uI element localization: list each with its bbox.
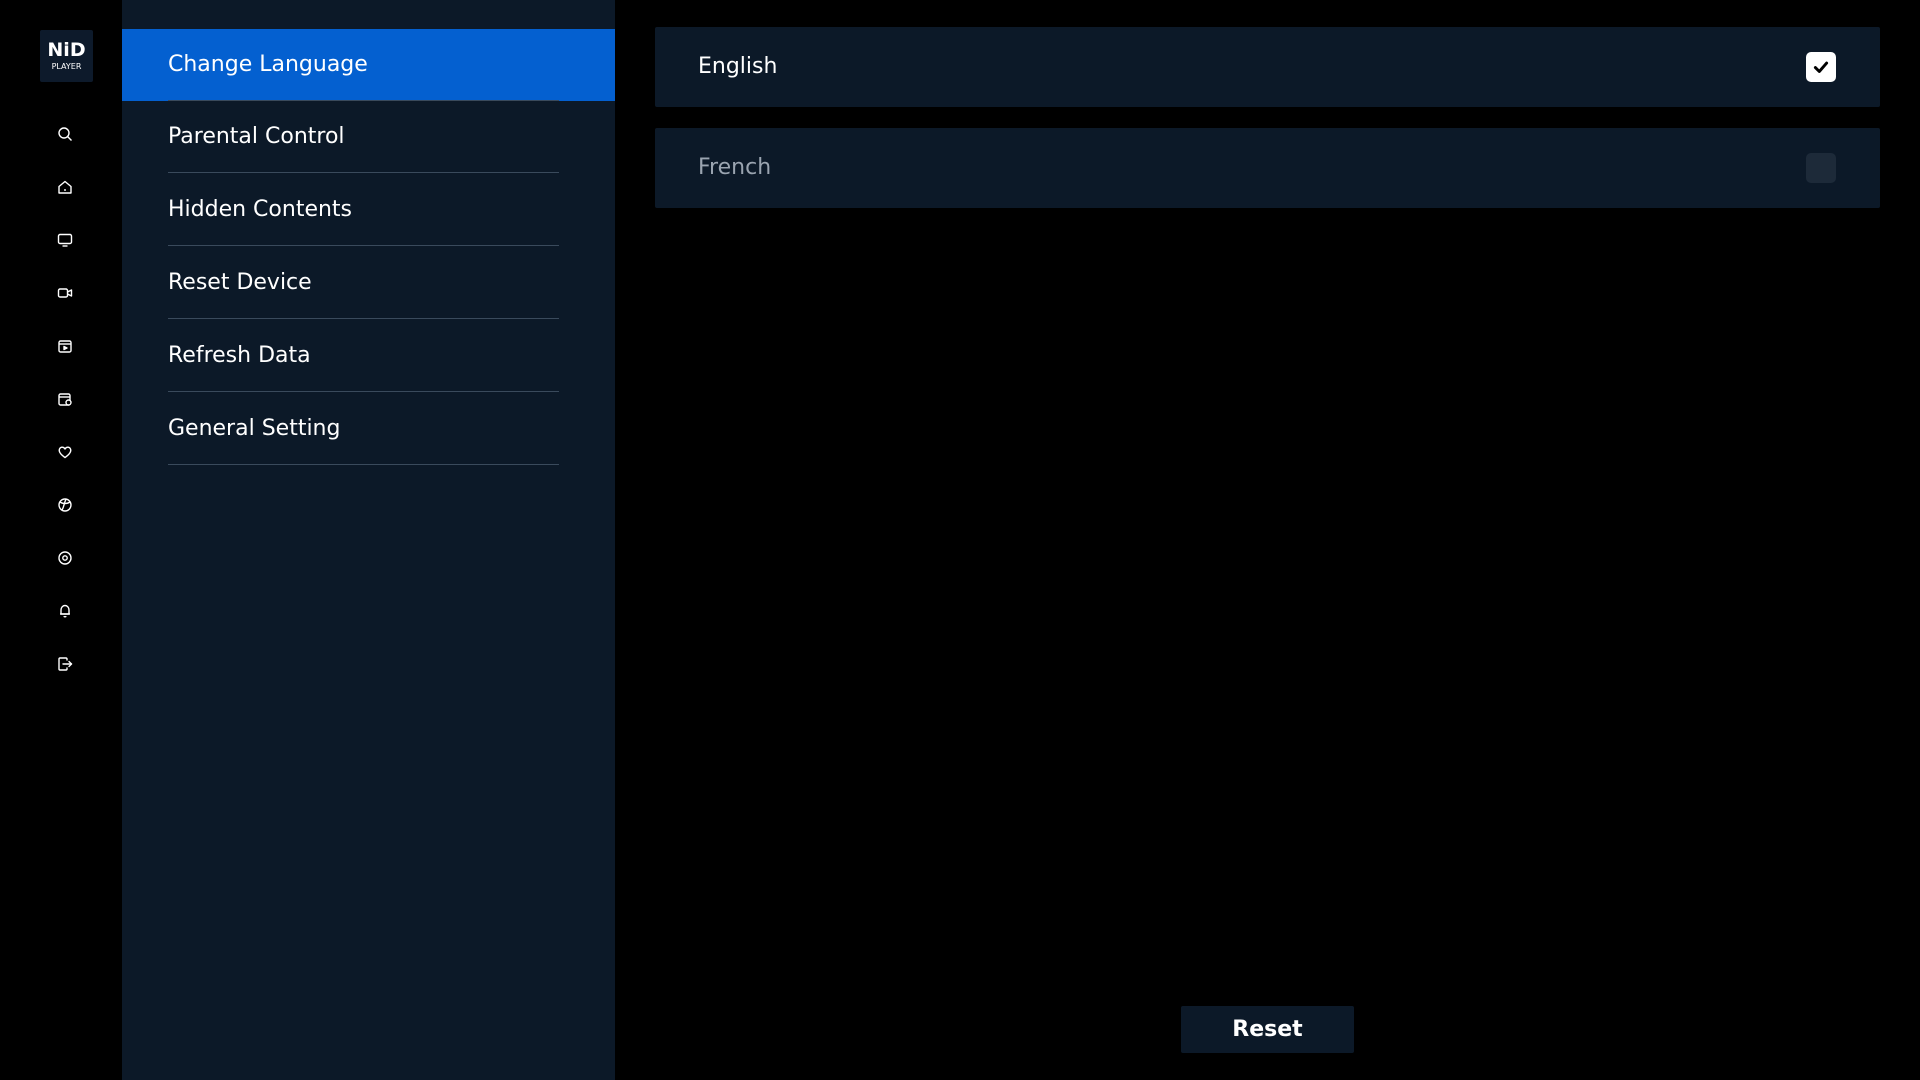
app-logo: NiD PLAYER <box>40 30 93 82</box>
home-icon[interactable] <box>53 175 77 199</box>
video-camera-icon[interactable] <box>53 281 77 305</box>
divider <box>168 464 559 465</box>
divider <box>168 391 559 392</box>
heart-icon[interactable] <box>53 440 77 464</box>
language-checkbox[interactable] <box>1806 52 1836 82</box>
menu-item-reset-device[interactable]: Reset Device <box>122 247 615 319</box>
menu-item-label: Refresh Data <box>168 343 311 368</box>
settings-menu: Change Language Parental Control Hidden … <box>122 0 615 1080</box>
menu-item-general-setting[interactable]: General Setting <box>122 393 615 465</box>
language-label: French <box>698 155 772 180</box>
sports-ball-icon[interactable] <box>53 493 77 517</box>
language-label: English <box>698 54 778 79</box>
language-option-english[interactable]: English <box>655 27 1880 107</box>
logo-mark: NiD <box>47 38 86 61</box>
settings-icon[interactable] <box>53 546 77 570</box>
tv-icon[interactable] <box>53 228 77 252</box>
menu-item-label: Reset Device <box>168 270 312 295</box>
menu-item-label: Parental Control <box>168 124 345 149</box>
logout-icon[interactable] <box>53 652 77 676</box>
menu-item-label: Change Language <box>168 52 368 77</box>
search-icon[interactable] <box>53 122 77 146</box>
calendar-lock-icon[interactable] <box>53 387 77 411</box>
menu-item-label: General Setting <box>168 416 341 441</box>
divider <box>168 245 559 246</box>
icon-rail: NiD PLAYER <box>0 0 122 1080</box>
calendar-play-icon[interactable] <box>53 334 77 358</box>
menu-item-refresh-data[interactable]: Refresh Data <box>122 320 615 392</box>
menu-item-change-language[interactable]: Change Language <box>122 29 615 101</box>
divider <box>168 172 559 173</box>
logo-subtitle: PLAYER <box>51 61 82 71</box>
language-checkbox[interactable] <box>1806 153 1836 183</box>
menu-item-parental-control[interactable]: Parental Control <box>122 101 615 173</box>
language-option-french[interactable]: French <box>655 128 1880 208</box>
divider <box>168 318 559 319</box>
reset-button[interactable]: Reset <box>1181 1006 1354 1053</box>
menu-item-hidden-contents[interactable]: Hidden Contents <box>122 174 615 246</box>
menu-item-label: Hidden Contents <box>168 197 353 222</box>
bell-icon[interactable] <box>53 599 77 623</box>
checkmark-icon <box>1813 61 1829 73</box>
